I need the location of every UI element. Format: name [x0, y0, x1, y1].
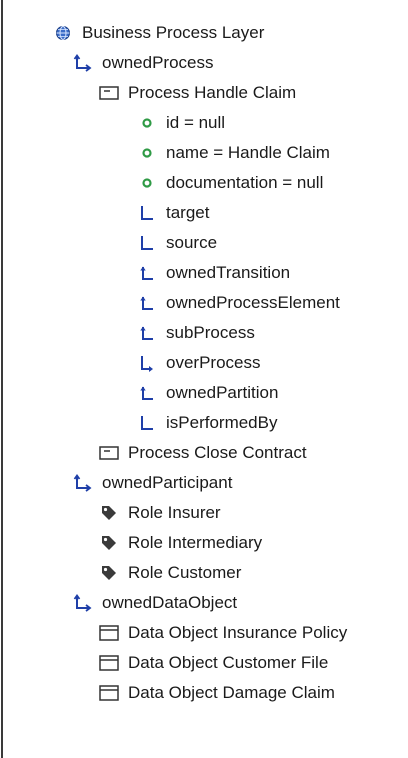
tree-node-reference-owned-transition[interactable]: ownedTransition — [136, 258, 290, 288]
tree-node-role-insurer[interactable]: Role Insurer — [98, 498, 221, 528]
tree-node-label: overProcess — [166, 353, 261, 372]
tree-node-label: name = Handle Claim — [166, 143, 330, 162]
containment-reference-icon — [72, 592, 94, 614]
tree-node-reference-owned-partition[interactable]: ownedPartition — [136, 378, 278, 408]
tree-node-label: Data Object Damage Claim — [128, 683, 335, 702]
tree-node-data-object-damage-claim[interactable]: Data Object Damage Claim — [98, 678, 335, 708]
tree-node-reference-sub-process[interactable]: subProcess — [136, 318, 255, 348]
tree-node-attribute-documentation[interactable]: documentation = null — [136, 168, 323, 198]
tree-node-data-object-customer-file[interactable]: Data Object Customer File — [98, 648, 328, 678]
process-icon — [98, 82, 120, 104]
tree-node-owned-process[interactable]: ownedProcess — [72, 48, 214, 78]
containment-reference-icon — [72, 472, 94, 494]
tree-node-label: id = null — [166, 113, 226, 132]
tree-node-label: Data Object Insurance Policy — [128, 623, 348, 642]
reference-icon — [136, 412, 158, 434]
tree-node-reference-target[interactable]: target — [136, 198, 209, 228]
tree-node-reference-owned-process-element[interactable]: ownedProcessElement — [136, 288, 340, 318]
containment-up-icon — [136, 292, 158, 314]
process-icon — [98, 442, 120, 464]
tree-node-reference-over-process[interactable]: overProcess — [136, 348, 260, 378]
tree-node-label: documentation = null — [166, 173, 324, 192]
data-object-icon — [98, 622, 120, 644]
tree-node-attribute-id[interactable]: id = null — [136, 108, 225, 138]
tree-node-owned-participant[interactable]: ownedParticipant — [72, 468, 232, 498]
tree-node-label: ownedTransition — [166, 263, 291, 282]
tree-node-label: Role Insurer — [128, 503, 221, 522]
container-reference-icon — [136, 352, 158, 374]
tree-node-role-customer[interactable]: Role Customer — [98, 558, 241, 588]
containment-up-icon — [136, 382, 158, 404]
tree-node-label: source — [166, 233, 218, 252]
containment-up-icon — [136, 322, 158, 344]
tree-node-label: Process Handle Claim — [128, 83, 297, 102]
data-object-icon — [98, 652, 120, 674]
tree-node-label: isPerformedBy — [166, 413, 278, 432]
tree-node-label: ownedProcess — [102, 53, 214, 72]
tree-node-label: ownedDataObject — [102, 593, 238, 612]
attribute-dot-icon — [136, 142, 158, 164]
tree-node-label: ownedPartition — [166, 383, 279, 402]
data-object-icon — [98, 682, 120, 704]
tree-node-role-intermediary[interactable]: Role Intermediary — [98, 528, 262, 558]
attribute-dot-icon — [136, 112, 158, 134]
tree-node-label: ownedProcessElement — [166, 293, 340, 312]
tree-node-label: target — [166, 203, 210, 222]
tree-node-label: Process Close Contract — [128, 443, 307, 462]
tree-node-reference-is-performed-by[interactable]: isPerformedBy — [136, 408, 277, 438]
tag-icon — [98, 502, 120, 524]
tree-node-label: Business Process Layer — [82, 23, 265, 42]
tree-node-label: Role Intermediary — [128, 533, 263, 552]
tree-node-label: Role Customer — [128, 563, 242, 582]
tree-node-data-object-insurance-policy[interactable]: Data Object Insurance Policy — [98, 618, 347, 648]
globe-icon — [52, 22, 74, 44]
reference-icon — [136, 232, 158, 254]
attribute-dot-icon — [136, 172, 158, 194]
tag-icon — [98, 532, 120, 554]
tree-node-label: subProcess — [166, 323, 255, 342]
tree-node-business-process-layer[interactable]: Business Process Layer — [52, 18, 264, 48]
reference-icon — [136, 202, 158, 224]
containment-reference-icon — [72, 52, 94, 74]
tree-left-border — [1, 0, 3, 758]
tree-node-process-handle-claim[interactable]: Process Handle Claim — [98, 78, 296, 108]
tree-node-process-close-contract[interactable]: Process Close Contract — [98, 438, 307, 468]
tree-node-owned-data-object[interactable]: ownedDataObject — [72, 588, 237, 618]
tree-node-reference-source[interactable]: source — [136, 228, 217, 258]
tree-node-label: ownedParticipant — [102, 473, 233, 492]
containment-up-icon — [136, 262, 158, 284]
tag-icon — [98, 562, 120, 584]
tree-node-label: Data Object Customer File — [128, 653, 329, 672]
tree-node-attribute-name[interactable]: name = Handle Claim — [136, 138, 330, 168]
